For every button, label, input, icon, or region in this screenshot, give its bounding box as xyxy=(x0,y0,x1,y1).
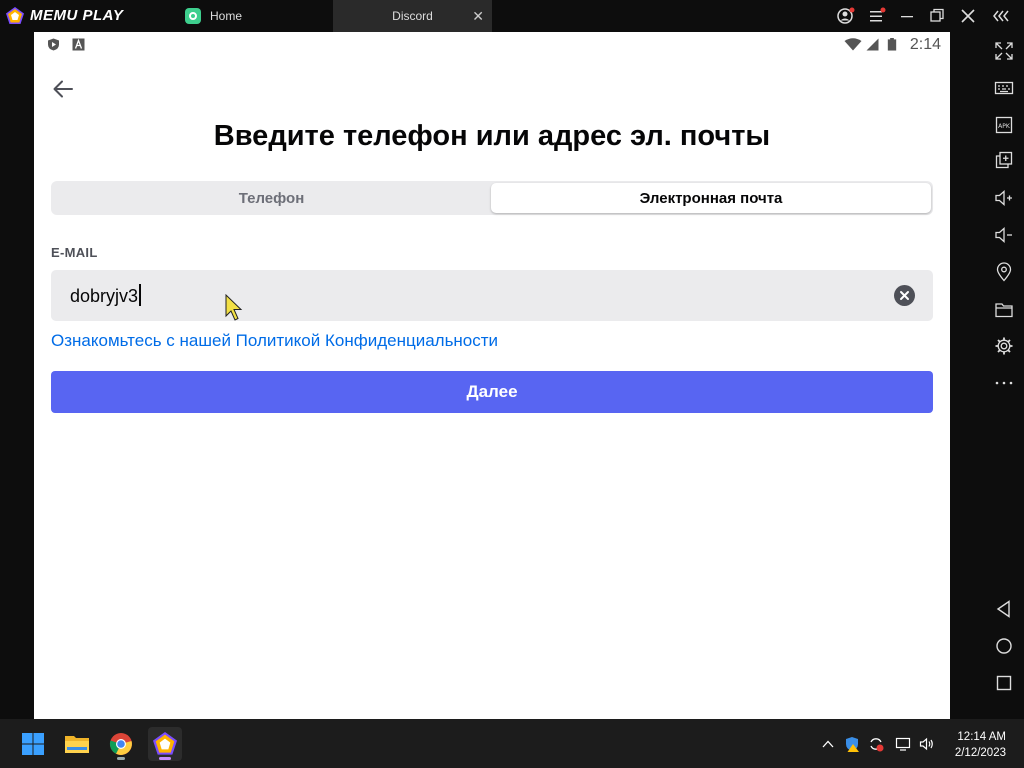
tab-home-label: Home xyxy=(210,9,243,23)
close-tab-icon[interactable]: ✕ xyxy=(472,8,484,25)
show-hidden-icons-icon[interactable] xyxy=(820,736,836,752)
chrome-button[interactable] xyxy=(104,727,138,761)
tab-discord[interactable]: Discord ✕ xyxy=(333,0,492,32)
restore-icon[interactable] xyxy=(927,6,947,26)
fullscreen-icon[interactable] xyxy=(994,41,1014,61)
account-icon[interactable] xyxy=(836,6,856,26)
folder-icon[interactable] xyxy=(994,300,1014,320)
mouse-cursor-icon xyxy=(225,294,243,321)
android-back-icon[interactable] xyxy=(994,599,1014,619)
file-explorer-button[interactable] xyxy=(60,727,94,761)
signal-icon xyxy=(866,38,879,51)
page-title: Введите телефон или адрес эл. почты xyxy=(213,120,771,152)
clock-time: 12:14 AM xyxy=(957,731,1006,743)
memu-logo-icon xyxy=(6,7,24,24)
tab-email[interactable]: Электронная почта xyxy=(491,183,931,213)
apk-icon[interactable]: APK xyxy=(994,115,1014,135)
battery-icon xyxy=(887,38,897,51)
windows-start-button[interactable] xyxy=(16,727,50,761)
sync-error-icon[interactable] xyxy=(868,736,884,752)
next-button[interactable]: Далее xyxy=(51,371,933,413)
multi-instance-icon[interactable] xyxy=(994,150,1014,170)
android-recents-icon[interactable] xyxy=(994,673,1014,693)
running-indicator xyxy=(117,757,125,760)
login-method-tabs: Телефон Электронная почта xyxy=(51,181,933,215)
brand-name: MEMU PLAY xyxy=(30,7,124,24)
email-field[interactable]: dobryjv3 xyxy=(51,270,933,321)
collapse-sidebar-icon[interactable] xyxy=(992,6,1012,26)
privacy-policy-link[interactable]: Ознакомьтесь с нашей Политикой Конфиденц… xyxy=(51,331,498,351)
volume-icon[interactable] xyxy=(919,736,935,752)
email-field-value: dobryjv3 xyxy=(70,284,142,307)
font-a-icon xyxy=(72,38,85,51)
security-warning-icon[interactable] xyxy=(844,736,860,752)
svg-text:APK: APK xyxy=(998,123,1011,130)
more-icon[interactable] xyxy=(994,373,1014,393)
menu-icon[interactable] xyxy=(867,6,887,26)
location-icon[interactable] xyxy=(994,262,1014,282)
chrome-icon xyxy=(109,733,132,755)
minimize-icon[interactable] xyxy=(897,6,917,26)
settings-icon[interactable] xyxy=(994,336,1014,356)
email-label: E-MAIL xyxy=(51,245,98,260)
android-screen: 2:14 Введите телефон или адрес эл. почты… xyxy=(34,32,950,719)
tab-discord-label: Discord xyxy=(392,9,433,23)
tab-home[interactable]: Home xyxy=(185,0,330,32)
wifi-icon xyxy=(844,38,862,51)
memu-icon xyxy=(153,732,177,755)
volume-up-icon[interactable] xyxy=(994,188,1014,208)
file-explorer-icon xyxy=(65,736,89,753)
play-protect-icon xyxy=(48,38,59,51)
emulator-toolbar: APK xyxy=(985,32,1024,719)
memu-taskbar-button[interactable] xyxy=(148,727,182,761)
display-icon[interactable] xyxy=(895,736,911,752)
emulator-frame-left xyxy=(0,32,34,719)
home-app-icon xyxy=(185,8,201,24)
windows-start-icon xyxy=(22,733,44,755)
emulator-titlebar: MEMU PLAY Home Discord ✕ xyxy=(0,0,1024,32)
clock-date: 2/12/2023 xyxy=(954,747,1006,759)
volume-down-icon[interactable] xyxy=(994,225,1014,245)
system-clock[interactable]: 12:14 AM 2/12/2023 xyxy=(955,729,1006,761)
text-caret xyxy=(139,284,142,306)
android-home-icon[interactable] xyxy=(994,636,1014,656)
emulator-frame-right xyxy=(950,32,985,719)
tab-phone[interactable]: Телефон xyxy=(53,183,490,213)
status-time: 2:14 xyxy=(909,36,941,53)
active-indicator xyxy=(159,757,171,760)
close-icon[interactable] xyxy=(958,6,978,26)
keyboard-icon[interactable] xyxy=(994,78,1014,98)
android-statusbar: 2:14 xyxy=(34,32,950,58)
back-arrow-icon[interactable] xyxy=(52,78,74,100)
clear-input-icon[interactable] xyxy=(894,285,915,306)
email-field-text: dobryjv3 xyxy=(70,286,139,306)
windows-taskbar: 12:14 AM 2/12/2023 xyxy=(0,719,1024,768)
